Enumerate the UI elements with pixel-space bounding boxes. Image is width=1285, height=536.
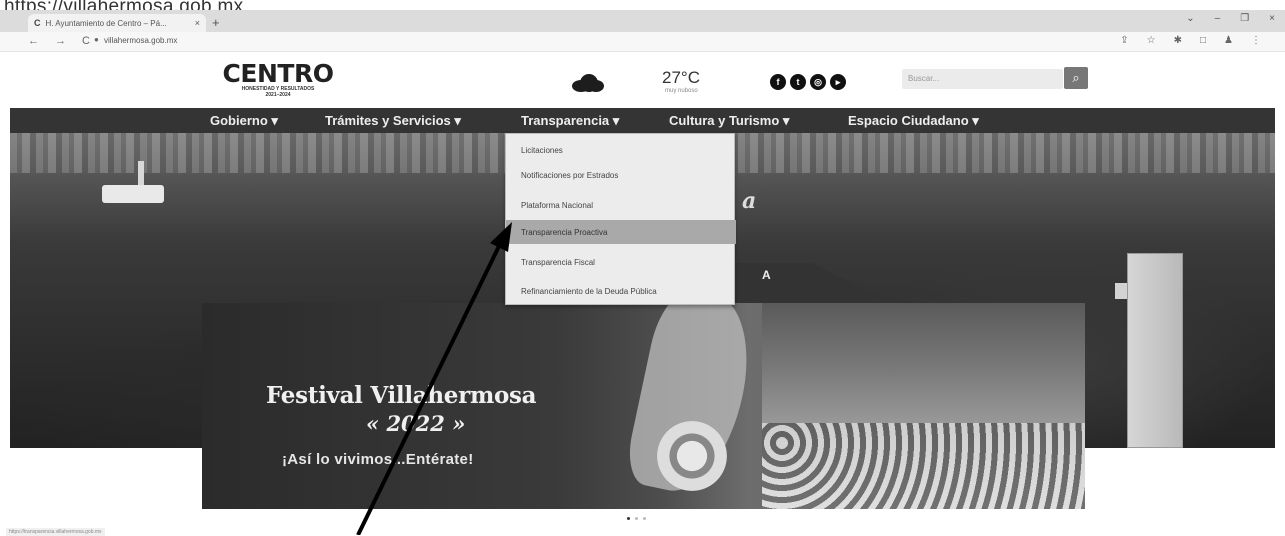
browser-nav: ← → C: [28, 35, 90, 47]
window-controls: ⌄ – ❐ ×: [1186, 13, 1275, 24]
maximize-button[interactable]: ❐: [1240, 13, 1249, 24]
forward-icon[interactable]: →: [55, 35, 66, 47]
tab-title: H. Ayuntamiento de Centro – Pá...: [45, 18, 167, 28]
profile-icon[interactable]: ♟: [1224, 35, 1233, 46]
chevron-down-icon: ▾: [271, 113, 278, 128]
crowd-photo: [762, 423, 1085, 509]
instagram-icon[interactable]: ◎: [810, 74, 826, 90]
browser-toolbar: ⇪ ☆ ✱ □ ♟ ⋮: [1120, 35, 1261, 46]
carousel-dot[interactable]: [643, 517, 646, 520]
sidebar-icon[interactable]: □: [1200, 35, 1206, 46]
building-shape: [102, 185, 164, 203]
nav-item-tramites[interactable]: Trámites y Servicios ▾: [325, 113, 461, 129]
new-tab-button[interactable]: +: [212, 15, 220, 30]
nav-item-transparencia[interactable]: Transparencia ▾: [521, 113, 619, 129]
carousel-dot[interactable]: [635, 517, 638, 520]
lock-icon[interactable]: ●: [94, 35, 99, 44]
minimize-button[interactable]: –: [1215, 13, 1221, 24]
banner-title: Festival Villahermosa: [266, 382, 537, 409]
carousel-indicators: [627, 517, 646, 520]
menu-item-licitaciones[interactable]: Licitaciones: [506, 138, 736, 162]
address-bar: ← → C ● villahermosa.gob.mx ⇪ ☆ ✱ □ ♟ ⋮: [0, 32, 1285, 52]
chevron-down-icon: ▾: [454, 113, 461, 128]
nav-item-espacio-ciudadano[interactable]: Espacio Ciudadano ▾: [848, 113, 979, 129]
browser-tab-bar: C H. Ayuntamiento de Centro – Pá... × + …: [0, 10, 1285, 32]
transparencia-dropdown-menu: Licitaciones Notificaciones por Estrados…: [505, 133, 736, 305]
reload-icon[interactable]: C: [82, 35, 90, 47]
chevron-down-icon: ▾: [782, 113, 790, 128]
url-field[interactable]: villahermosa.gob.mx: [104, 36, 177, 45]
close-window-button[interactable]: ×: [1269, 13, 1275, 24]
chevron-down-icon: ▾: [612, 113, 620, 128]
facebook-icon[interactable]: f: [770, 74, 786, 90]
tab-close-icon[interactable]: ×: [195, 18, 200, 28]
hero-letter: A: [762, 268, 771, 282]
banner-tagline: ¡Así lo vivimos...Entérate!: [282, 451, 474, 468]
nav-item-gobierno[interactable]: Gobierno ▾: [210, 113, 278, 129]
share-icon[interactable]: ⇪: [1120, 35, 1128, 46]
weather-temperature: 27°C: [662, 68, 700, 87]
hero-script-text: a: [742, 188, 757, 214]
menu-icon[interactable]: ⋮: [1251, 35, 1261, 46]
main-nav: Gobierno ▾ Trámites y Servicios ▾ Transp…: [10, 108, 1275, 133]
weather-description: muy nuboso: [665, 88, 698, 94]
banner-year: « 2022 »: [366, 411, 466, 436]
carousel-dot[interactable]: [627, 517, 630, 520]
flower-graphic: [657, 421, 727, 491]
tab-search-icon[interactable]: ⌄: [1186, 13, 1194, 24]
menu-item-plataforma-nacional[interactable]: Plataforma Nacional: [506, 193, 736, 217]
site-logo[interactable]: CENTRO HONESTIDAD Y RESULTADOS 2021–2024: [213, 59, 343, 98]
logo-years: 2021–2024: [265, 92, 291, 98]
menu-item-transparencia-fiscal[interactable]: Transparencia Fiscal: [506, 250, 736, 274]
browser-tab[interactable]: C H. Ayuntamiento de Centro – Pá... ×: [28, 14, 206, 32]
cloud-icon: [568, 72, 606, 92]
menu-item-refinanciamiento[interactable]: Refinanciamiento de la Deuda Pública: [506, 279, 736, 303]
search-input[interactable]: Buscar...: [902, 69, 1063, 89]
favicon-icon: C: [34, 18, 41, 28]
search-icon[interactable]: ⌕: [1064, 67, 1088, 89]
social-links: f t ◎ ▸: [770, 74, 846, 90]
menu-item-transparencia-proactiva[interactable]: Transparencia Proactiva: [506, 220, 736, 244]
twitter-icon[interactable]: t: [790, 74, 806, 90]
nav-item-cultura[interactable]: Cultura y Turismo ▾: [669, 113, 789, 129]
chevron-down-icon: ▾: [972, 113, 979, 128]
youtube-icon[interactable]: ▸: [830, 74, 846, 90]
bookmark-star-icon[interactable]: ☆: [1147, 35, 1156, 46]
extensions-icon[interactable]: ✱: [1174, 35, 1182, 46]
back-icon[interactable]: ←: [28, 35, 39, 47]
menu-item-notificaciones[interactable]: Notificaciones por Estrados: [506, 163, 736, 187]
logo-wordmark: CENTRO: [222, 59, 334, 88]
tower-shape: [1127, 253, 1183, 448]
